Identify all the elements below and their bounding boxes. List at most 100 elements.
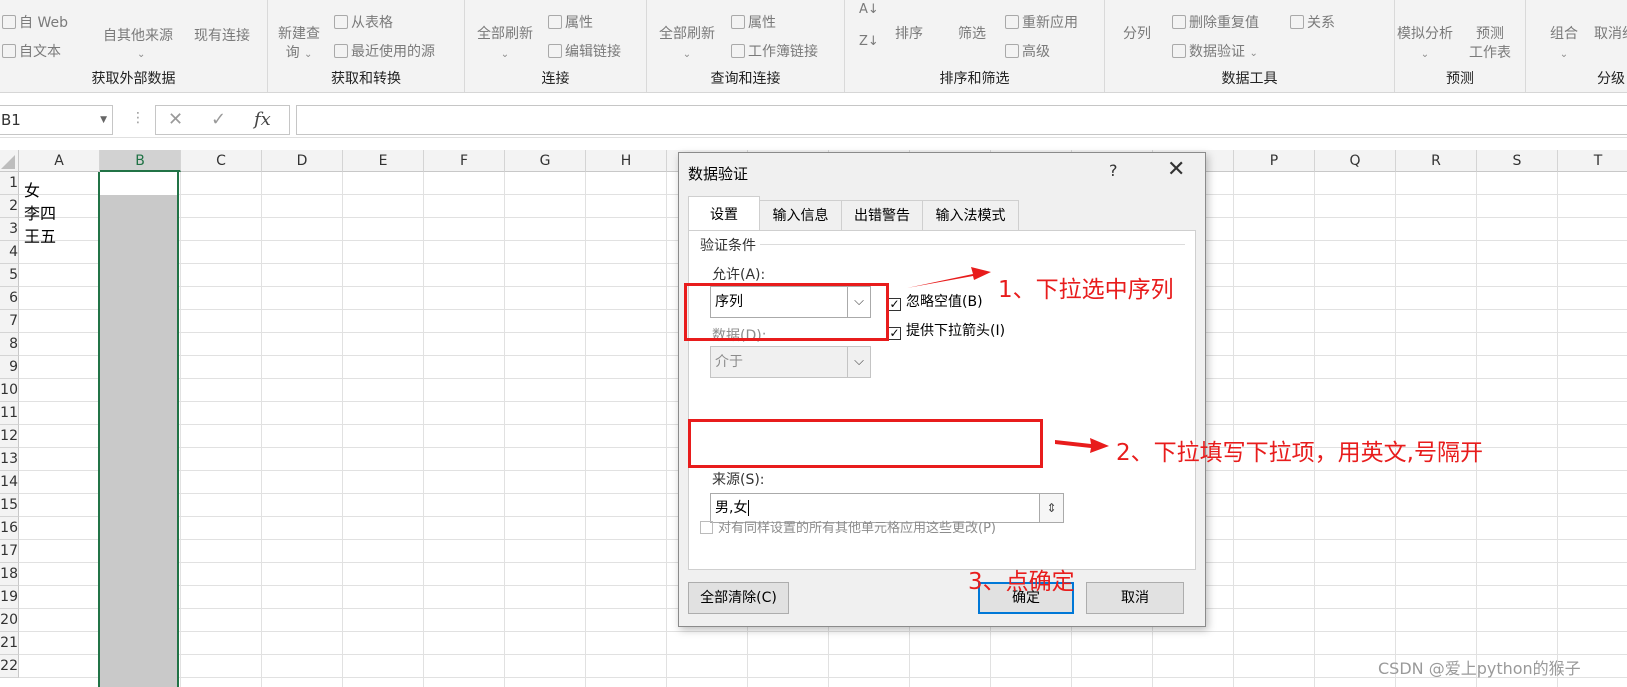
- name-box[interactable]: B1 ▼: [0, 105, 113, 135]
- row-header-6[interactable]: 6: [0, 287, 19, 310]
- data-validation-button[interactable]: 数据验证 ⌄: [1172, 41, 1258, 61]
- ribbon-group-outline: 组合⌄ 取消组 分级: [1526, 0, 1627, 92]
- row-header-2[interactable]: 2: [0, 195, 19, 218]
- new-query-button[interactable]: 新建查询 ⌄: [278, 25, 320, 64]
- row-header-22[interactable]: 22: [0, 655, 19, 678]
- column-header-p[interactable]: P: [1234, 150, 1315, 172]
- chevron-down-icon: ⌄: [137, 49, 146, 60]
- cancel-button[interactable]: 取消: [1086, 582, 1184, 614]
- properties-button-2[interactable]: 属性: [731, 12, 776, 32]
- existing-connections-button[interactable]: 现有连接: [194, 25, 250, 45]
- column-header-s[interactable]: S: [1477, 150, 1558, 172]
- cell-a1[interactable]: 女: [24, 177, 40, 201]
- from-other-sources-button[interactable]: 自其他来源 ⌄: [103, 25, 173, 61]
- ungroup-button[interactable]: 取消组: [1594, 25, 1627, 44]
- row-header-4[interactable]: 4: [0, 241, 19, 264]
- column-header-f[interactable]: F: [424, 150, 505, 172]
- close-icon[interactable]: ✕: [1167, 157, 1185, 182]
- reapply-icon: [1005, 15, 1019, 29]
- column-header-b[interactable]: B: [100, 150, 181, 172]
- forecast-sheet-button[interactable]: 预测 工作表: [1469, 25, 1511, 63]
- help-button[interactable]: ?: [1109, 161, 1118, 180]
- row-header-5[interactable]: 5: [0, 264, 19, 287]
- column-header-a[interactable]: A: [19, 150, 100, 172]
- row-header-21[interactable]: 21: [0, 632, 19, 655]
- row-header-18[interactable]: 18: [0, 563, 19, 586]
- from-text-button[interactable]: 自文本: [2, 41, 61, 61]
- column-header-g[interactable]: G: [505, 150, 586, 172]
- tab-settings[interactable]: 设置: [688, 196, 760, 231]
- recent-sources-button[interactable]: 最近使用的源: [334, 41, 435, 61]
- properties-button[interactable]: 属性: [548, 12, 593, 32]
- insert-function-icon[interactable]: fx: [254, 109, 271, 130]
- row-header-1[interactable]: 1: [0, 172, 19, 195]
- in-cell-dropdown-checkbox[interactable]: ✓ 提供下拉箭头(I): [888, 320, 1005, 340]
- refresh-all-button[interactable]: 全部刷新 ⌄: [477, 25, 533, 64]
- row-header-20[interactable]: 20: [0, 609, 19, 632]
- sort-button[interactable]: 排序: [895, 25, 923, 44]
- filter-button[interactable]: 筛选: [958, 25, 986, 44]
- row-header-13[interactable]: 13: [0, 448, 19, 471]
- data-validation-dialog: 数据验证 ? ✕ 设置 输入信息 出错警告 输入法模式 验证条件 允许(A): …: [678, 152, 1206, 627]
- formula-input[interactable]: [296, 105, 1627, 135]
- active-cell-b1[interactable]: [100, 172, 177, 195]
- advanced-button[interactable]: 高级: [1005, 41, 1050, 61]
- chevron-down-icon: ⌄: [500, 49, 510, 60]
- row-header-9[interactable]: 9: [0, 356, 19, 379]
- apply-all-checkbox[interactable]: 对有同样设置的所有其他单元格应用这些更改(P): [700, 517, 996, 536]
- column-header-q[interactable]: Q: [1315, 150, 1396, 172]
- column-header-r[interactable]: R: [1396, 150, 1477, 172]
- tab-ime-mode[interactable]: 输入法模式: [922, 200, 1019, 230]
- reapply-button[interactable]: 重新应用: [1005, 12, 1078, 32]
- relationships-button[interactable]: 关系: [1290, 12, 1335, 32]
- column-header-h[interactable]: H: [586, 150, 667, 172]
- row-header-19[interactable]: 19: [0, 586, 19, 609]
- clear-all-button[interactable]: 全部清除(C): [688, 582, 789, 614]
- enter-icon[interactable]: ✓: [211, 109, 226, 130]
- column-header-e[interactable]: E: [343, 150, 424, 172]
- ignore-blank-checkbox[interactable]: ✓ 忽略空值(B): [888, 291, 983, 311]
- checkmark-icon: ✓: [888, 326, 901, 340]
- from-table-button[interactable]: 从表格: [334, 12, 393, 32]
- row-header-15[interactable]: 15: [0, 494, 19, 517]
- ribbon-group-queries-connections: 全部刷新 ⌄ 属性 工作簿链接 查询和连接: [647, 0, 845, 92]
- row-header-7[interactable]: 7: [0, 310, 19, 333]
- row-header-16[interactable]: 16: [0, 517, 19, 540]
- tab-error-alert[interactable]: 出错警告: [841, 200, 923, 230]
- row-header-11[interactable]: 11: [0, 402, 19, 425]
- sort-az-icon[interactable]: A↓: [859, 2, 879, 17]
- tab-input-message[interactable]: 输入信息: [759, 200, 842, 230]
- ribbon-group-sort-filter: A↓ Z↓ 排序 筛选 重新应用 高级 排序和筛选: [845, 0, 1105, 92]
- cell-a2[interactable]: 李四: [24, 200, 56, 224]
- group-title: 验证条件: [700, 238, 756, 254]
- row-header-17[interactable]: 17: [0, 540, 19, 563]
- row-header-12[interactable]: 12: [0, 425, 19, 448]
- cell-a3[interactable]: 王五: [24, 223, 56, 247]
- remove-duplicates-button[interactable]: 删除重复值: [1172, 12, 1259, 32]
- what-if-analysis-button[interactable]: 模拟分析 ⌄: [1397, 25, 1453, 64]
- column-header-t[interactable]: T: [1558, 150, 1627, 172]
- row-header-3[interactable]: 3: [0, 218, 19, 241]
- ribbon-group-label: 获取和转换: [331, 71, 401, 87]
- sort-za-icon[interactable]: Z↓: [859, 34, 879, 49]
- ribbon-group-get-transform: 新建查询 ⌄ 从表格 最近使用的源 获取和转换: [268, 0, 465, 92]
- text-to-columns-button[interactable]: 分列: [1123, 25, 1151, 44]
- group-button[interactable]: 组合 ⌄: [1550, 25, 1578, 64]
- selected-column-b[interactable]: [98, 172, 179, 687]
- select-all-corner[interactable]: [0, 150, 19, 172]
- range-select-icon[interactable]: ⇕: [1040, 493, 1064, 523]
- row-header-8[interactable]: 8: [0, 333, 19, 356]
- cancel-icon[interactable]: ✕: [168, 109, 183, 130]
- formula-buttons: ✕ ✓ fx: [155, 105, 290, 135]
- row-header-14[interactable]: 14: [0, 471, 19, 494]
- workbook-links-button[interactable]: 工作簿链接: [731, 41, 818, 61]
- from-web-button[interactable]: 自 Web: [2, 12, 68, 32]
- row-header-10[interactable]: 10: [0, 379, 19, 402]
- refresh-all-button-2[interactable]: 全部刷新 ⌄: [659, 25, 715, 64]
- edit-links-button[interactable]: 编辑链接: [548, 41, 621, 61]
- group-divider: [760, 244, 1185, 245]
- column-header-c[interactable]: C: [181, 150, 262, 172]
- column-header-d[interactable]: D: [262, 150, 343, 172]
- more-options-icon[interactable]: ⋮: [131, 110, 145, 126]
- grid-vline: [342, 172, 343, 687]
